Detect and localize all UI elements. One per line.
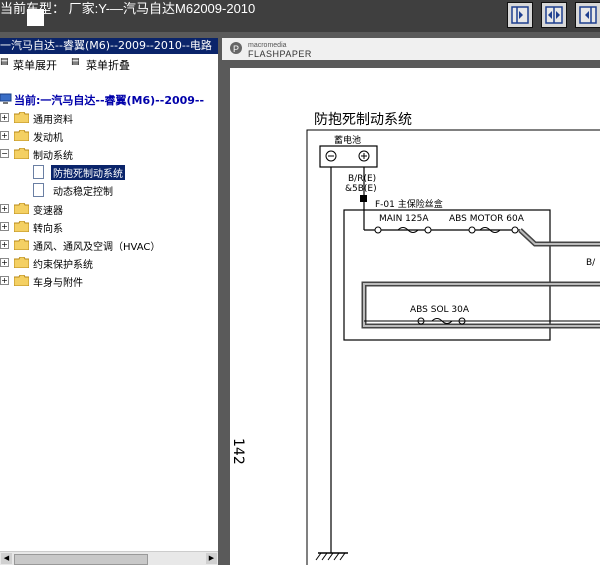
battery-label: 蓄电池 bbox=[334, 136, 362, 146]
expand-toggle-icon[interactable]: + bbox=[0, 222, 9, 231]
brand-big: FLASHPAPER bbox=[248, 49, 312, 59]
folder-icon bbox=[14, 275, 29, 286]
tree-root-label[interactable]: 当前:一汽马自达--睿翼(M6)--2009-- bbox=[14, 92, 204, 108]
folder-icon bbox=[14, 203, 29, 214]
tree-item-label[interactable]: 变速器 bbox=[33, 202, 63, 217]
sidebar: 一汽马自达--睿翼(M6)--2009--2010--电路 ▤ 菜单展开 ▤ 菜… bbox=[0, 38, 218, 565]
document-icon bbox=[33, 183, 44, 197]
expand-toggle-icon[interactable]: + bbox=[0, 113, 9, 122]
collapse-icon[interactable]: ▤ bbox=[71, 57, 80, 67]
tree-item-label[interactable]: 通用资料 bbox=[33, 111, 73, 126]
sidebar-header: 一汽马自达--睿翼(M6)--2009--2010--电路 bbox=[0, 38, 218, 54]
fusebox-label: F-01 主保险丝盒 bbox=[375, 200, 443, 210]
tree-item-label[interactable]: 发动机 bbox=[33, 129, 63, 144]
folder-icon bbox=[14, 221, 29, 232]
edge-label: B/ bbox=[586, 258, 596, 268]
document-page: 防抱死制动系统 142 蓄电池 B/R(E) &5B(E) F-01 主保险丝盒… bbox=[230, 68, 600, 565]
tree-item-label[interactable]: 约束保护系统 bbox=[33, 256, 93, 271]
wire-label-1: B/R(E) bbox=[348, 174, 377, 184]
collapse-toggle-icon[interactable]: − bbox=[0, 149, 9, 158]
brand-small: macromedia bbox=[248, 42, 287, 49]
scrollbar-thumb[interactable] bbox=[14, 554, 148, 565]
horizontal-scrollbar[interactable]: ◀ ▶ bbox=[0, 551, 218, 565]
expand-toggle-icon[interactable]: + bbox=[0, 258, 9, 267]
flashpaper-logo-icon: P bbox=[230, 42, 242, 54]
tree-item-label[interactable]: 转向系 bbox=[33, 220, 63, 235]
tree-item-label[interactable]: 通风、通风及空调（HVAC） bbox=[33, 238, 160, 253]
computer-icon bbox=[0, 93, 12, 104]
document-icon bbox=[33, 165, 44, 179]
fuse-abs-sol-label: ABS SOL 30A bbox=[410, 305, 470, 315]
expand-toggle-icon[interactable]: + bbox=[0, 240, 9, 249]
tree-subitem-label[interactable]: 动态稳定控制 bbox=[53, 183, 113, 198]
tree-item-label[interactable]: 制动系统 bbox=[33, 147, 73, 162]
open-folder-icon bbox=[14, 148, 29, 159]
svg-text:P: P bbox=[233, 44, 239, 54]
menu-collapse-button[interactable]: 菜单折叠 bbox=[86, 57, 130, 73]
fuse-abs-motor-label: ABS MOTOR 60A bbox=[449, 214, 524, 224]
split-left-icon bbox=[511, 6, 529, 24]
split-center-button[interactable] bbox=[541, 2, 567, 28]
folder-icon bbox=[14, 257, 29, 268]
title-bar: 当前车型： 厂家:Y-—汽马自达M62009-2010 bbox=[0, 0, 600, 32]
split-center-icon bbox=[545, 6, 563, 24]
folder-icon bbox=[14, 130, 29, 141]
scroll-left-icon[interactable]: ◀ bbox=[1, 553, 12, 564]
pane-splitter[interactable] bbox=[218, 38, 222, 565]
folder-icon bbox=[14, 112, 29, 123]
split-left-button[interactable] bbox=[507, 2, 533, 28]
title-icon bbox=[27, 9, 44, 26]
wire-label-2: &5B(E) bbox=[345, 184, 377, 194]
tree-subitem-label-selected[interactable]: 防抱死制动系统 bbox=[51, 165, 125, 180]
wiring-diagram bbox=[306, 129, 600, 565]
split-right-button[interactable] bbox=[575, 2, 600, 28]
expand-toggle-icon[interactable]: + bbox=[0, 276, 9, 285]
frame-border bbox=[306, 129, 600, 565]
scroll-right-icon[interactable]: ▶ bbox=[206, 553, 217, 564]
viewer-toolbar: P macromedia FLASHPAPER bbox=[222, 38, 600, 60]
fuse-main-label: MAIN 125A bbox=[379, 214, 429, 224]
expand-toggle-icon[interactable]: + bbox=[0, 131, 9, 140]
menu-expand-button[interactable]: 菜单展开 bbox=[13, 57, 57, 73]
folder-icon bbox=[14, 239, 29, 250]
split-right-icon bbox=[579, 6, 597, 24]
expand-icon[interactable]: ▤ bbox=[0, 57, 9, 67]
expand-toggle-icon[interactable]: + bbox=[0, 204, 9, 213]
tree-item-label[interactable]: 车身与附件 bbox=[33, 274, 83, 289]
